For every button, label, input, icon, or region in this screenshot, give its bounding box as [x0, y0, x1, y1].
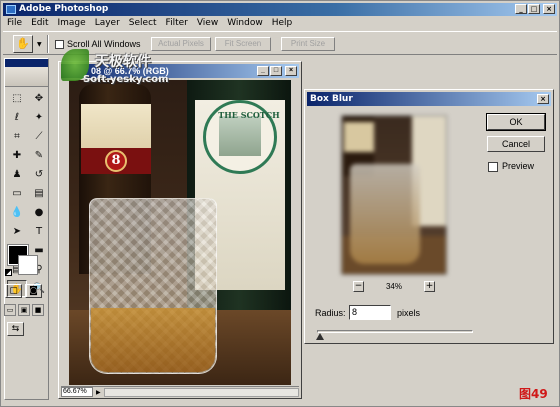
marquee-tool[interactable]: ⬚	[7, 90, 27, 107]
radius-input[interactable]: 8	[349, 305, 391, 320]
zoom-level-field[interactable]: 66.67%	[61, 387, 93, 397]
print-size-button[interactable]: Print Size	[281, 37, 335, 51]
zoom-in-button[interactable]: +	[424, 280, 435, 292]
history-brush-tool[interactable]: ↺	[29, 166, 49, 183]
doc-minimize-button[interactable]: _	[257, 66, 269, 76]
preview-zoom-percent: 34%	[385, 281, 402, 291]
window-controls: _ □ ×	[515, 4, 555, 14]
chevron-down-icon[interactable]: ▼	[37, 41, 42, 48]
watermark-url-text: Soft.yesky.com	[83, 74, 169, 85]
minimize-button[interactable]: _	[515, 4, 527, 14]
menu-select[interactable]: Select	[129, 18, 157, 28]
close-button[interactable]: ×	[543, 4, 555, 14]
actual-pixels-button[interactable]: Actual Pixels	[151, 37, 211, 51]
preview-glass	[350, 164, 420, 264]
clone-stamp-tool[interactable]: ♟	[7, 166, 27, 183]
app-title-bar[interactable]: Adobe Photoshop _ □ ×	[3, 3, 557, 16]
box-blur-dialog: Box Blur × − 34% + OK Cancel Preview Rad…	[304, 89, 554, 344]
menu-bar: File Edit Image Layer Select Filter View…	[3, 16, 557, 30]
jump-to-imageready-button[interactable]: ⇆	[7, 322, 24, 336]
menu-window[interactable]: Window	[227, 18, 263, 28]
default-colors-icon[interactable]	[5, 269, 12, 276]
toolbar-separator	[47, 35, 49, 53]
mask-mode-row: ▢ ◙	[5, 284, 42, 298]
radius-slider-thumb[interactable]	[316, 333, 325, 340]
doc-close-button[interactable]: ×	[285, 66, 297, 76]
radius-unit-label: pixels	[397, 308, 421, 318]
watermark-cn-text: 天极软件	[95, 54, 151, 70]
document-canvas[interactable]: 8 THE SCOTCH	[69, 80, 291, 385]
type-tool[interactable]: T	[29, 223, 49, 240]
menu-file[interactable]: File	[7, 18, 22, 28]
lasso-tool[interactable]: ℓ	[7, 109, 27, 126]
gradient-tool[interactable]: ▤	[29, 185, 49, 202]
dialog-title-bar[interactable]: Box Blur ×	[307, 92, 551, 106]
standard-mode-button[interactable]: ▢	[5, 284, 22, 298]
menu-edit[interactable]: Edit	[31, 18, 48, 28]
radius-slider-track[interactable]	[317, 330, 473, 333]
radius-label: Radius:	[315, 308, 346, 318]
photoshop-logo[interactable]	[5, 67, 48, 87]
preview-checkbox[interactable]	[488, 162, 498, 172]
dodge-tool[interactable]: ●	[29, 204, 49, 221]
tool-preset-picker[interactable]: ✋	[13, 35, 33, 53]
document-status-bar: 66.67% ▶	[61, 386, 299, 397]
document-window-controls: _ □ ×	[257, 66, 297, 76]
scroll-all-windows-label: Scroll All Windows	[67, 39, 141, 49]
dialog-close-button[interactable]: ×	[537, 94, 549, 104]
screen-mode-row: ▭ ▣ ■	[4, 304, 44, 316]
ok-button[interactable]: OK	[486, 113, 546, 131]
society-label-text: THE SCOTCH	[218, 110, 280, 120]
full-screen-button[interactable]: ■	[32, 304, 44, 316]
whisky-liquid	[91, 308, 215, 372]
fit-screen-button[interactable]: Fit Screen	[215, 37, 271, 51]
menu-layer[interactable]: Layer	[95, 18, 120, 28]
jump-to-row: ⇆	[7, 322, 24, 336]
brush-tool[interactable]: ✎	[29, 147, 49, 164]
menu-filter[interactable]: Filter	[166, 18, 188, 28]
dialog-title: Box Blur	[310, 94, 353, 104]
cancel-button[interactable]: Cancel	[487, 136, 545, 152]
magic-wand-tool[interactable]: ✦	[29, 109, 49, 126]
society-seal-building	[219, 116, 261, 156]
move-tool[interactable]: ✥	[29, 90, 49, 107]
menu-help[interactable]: Help	[272, 18, 293, 28]
preview-zoom-row: − 34% +	[341, 280, 447, 292]
doc-maximize-button[interactable]: □	[270, 66, 282, 76]
full-screen-menu-button[interactable]: ▣	[18, 304, 30, 316]
crop-tool[interactable]: ⌗	[7, 128, 27, 145]
quick-mask-button[interactable]: ◙	[25, 284, 42, 298]
age-badge: 8	[105, 150, 127, 172]
menu-image[interactable]: Image	[58, 18, 86, 28]
standard-screen-button[interactable]: ▭	[4, 304, 16, 316]
figure-label: 图49	[519, 387, 548, 401]
photoshop-app: Adobe Photoshop _ □ × File Edit Image La…	[0, 0, 560, 407]
filter-preview-image[interactable]	[341, 115, 447, 275]
hand-icon: ✋	[16, 37, 30, 50]
menu-view[interactable]: View	[197, 18, 218, 28]
photoshop-icon	[6, 5, 16, 14]
horizontal-scrollbar[interactable]	[103, 387, 299, 397]
document-window: 08 @ 66.7% (RGB) _ □ × 8 THE SCOTCH 66.6…	[58, 61, 302, 399]
toolbox: ⬚✥ℓ✦⌗⟋✚✎♟↺▭▤💧●➤T✒▬▤⚲✋🔍	[4, 58, 49, 400]
eraser-tool[interactable]: ▭	[7, 185, 27, 202]
app-title: Adobe Photoshop	[19, 4, 109, 14]
zoom-out-button[interactable]: −	[352, 280, 364, 292]
blur-tool[interactable]: 💧	[7, 204, 27, 221]
toolbox-header[interactable]	[5, 59, 48, 67]
status-menu-arrow[interactable]: ▶	[96, 389, 101, 396]
healing-brush-tool[interactable]: ✚	[7, 147, 27, 164]
preview-label-left	[344, 122, 374, 152]
scroll-all-windows-checkbox[interactable]	[55, 40, 64, 49]
background-color-swatch[interactable]	[18, 255, 38, 275]
path-selection-tool[interactable]: ➤	[7, 223, 27, 240]
preview-label: Preview	[502, 161, 535, 171]
slice-tool[interactable]: ⟋	[29, 128, 49, 145]
maximize-button[interactable]: □	[528, 4, 540, 14]
